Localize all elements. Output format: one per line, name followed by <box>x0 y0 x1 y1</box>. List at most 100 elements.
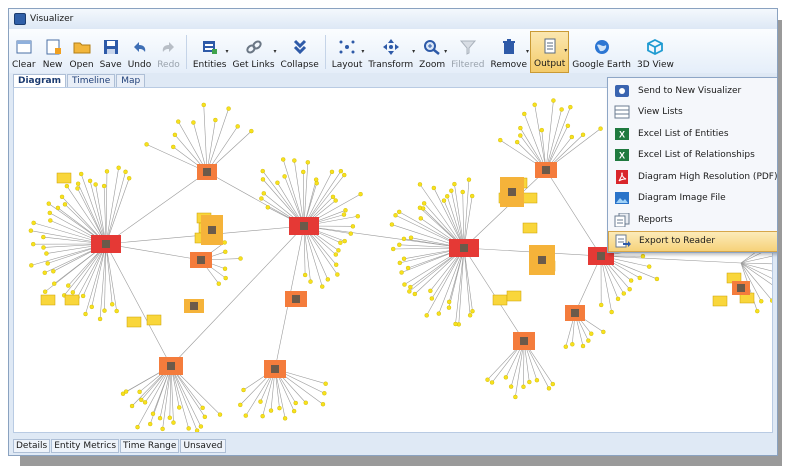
graph-leaf-node[interactable] <box>333 262 339 267</box>
graph-leaf-node[interactable] <box>102 308 107 313</box>
graph-node-secondary[interactable] <box>264 360 286 378</box>
graph-leaf-node[interactable] <box>420 206 426 211</box>
graph-leaf-node[interactable] <box>532 102 537 107</box>
graph-leaf-node[interactable] <box>647 264 652 269</box>
graph-leaf-node[interactable] <box>186 426 191 431</box>
graph-leaf-node[interactable] <box>550 381 555 387</box>
graph-leaf-node[interactable] <box>508 384 514 389</box>
graph-leaf-node[interactable] <box>171 420 176 425</box>
graph-leaf-node[interactable] <box>407 289 412 294</box>
graph-tag-node[interactable] <box>56 172 72 184</box>
menu-item-excel-list-of-entities[interactable]: X Excel List of Entities <box>608 123 777 145</box>
graph-leaf-node[interactable] <box>428 288 433 294</box>
graph-leaf-node[interactable] <box>55 205 61 211</box>
graph-leaf-node[interactable] <box>42 289 48 294</box>
graph-leaf-node[interactable] <box>348 231 353 236</box>
graph-tag-node[interactable] <box>40 294 56 306</box>
graph-tag-node[interactable] <box>522 222 538 234</box>
graph-leaf-node[interactable] <box>191 120 196 125</box>
graph-leaf-node[interactable] <box>397 242 402 248</box>
graph-leaf-node[interactable] <box>281 157 286 162</box>
graph-leaf-node[interactable] <box>466 177 472 182</box>
graph-leaf-node[interactable] <box>445 194 450 199</box>
graph-leaf-node[interactable] <box>157 415 163 421</box>
graph-leaf-node[interactable] <box>408 284 413 290</box>
zoom-button[interactable]: Zoom ▾ <box>416 31 448 73</box>
graph-leaf-node[interactable] <box>259 196 264 201</box>
graph-leaf-node[interactable] <box>755 308 760 314</box>
graph-leaf-node[interactable] <box>275 180 280 185</box>
graph-leaf-node[interactable] <box>559 107 564 112</box>
graph-leaf-node[interactable] <box>598 126 603 131</box>
graph-node-secondary[interactable] <box>285 291 307 307</box>
graph-leaf-node[interactable] <box>305 160 311 165</box>
tab-diagram[interactable]: Diagram <box>13 74 66 87</box>
graph-leaf-node[interactable] <box>260 168 265 174</box>
graph-leaf-node[interactable] <box>342 238 347 244</box>
graph-leaf-node[interactable] <box>222 240 227 245</box>
graph-leaf-node[interactable] <box>116 165 121 170</box>
menu-item-excel-list-of-relationships[interactable]: X Excel List of Relationships <box>608 145 777 167</box>
graph-node-tertiary[interactable] <box>529 245 555 275</box>
graph-leaf-node[interactable] <box>570 342 575 347</box>
graph-leaf-node[interactable] <box>514 139 520 145</box>
graph-leaf-node[interactable] <box>75 181 81 186</box>
graph-leaf-node[interactable] <box>322 391 327 396</box>
graph-node-primary[interactable] <box>289 217 319 235</box>
graph-tag-node[interactable] <box>146 314 162 326</box>
graph-leaf-node[interactable] <box>343 208 348 213</box>
graph-leaf-node[interactable] <box>160 426 165 432</box>
graph-leaf-node[interactable] <box>268 408 274 413</box>
graph-leaf-node[interactable] <box>449 188 454 193</box>
graph-leaf-node[interactable] <box>601 329 606 335</box>
graph-leaf-node[interactable] <box>313 177 319 182</box>
graph-leaf-node[interactable] <box>202 414 208 420</box>
entities-button[interactable]: Entities ▾ <box>190 31 230 73</box>
graph-leaf-node[interactable] <box>424 313 429 318</box>
graph-leaf-node[interactable] <box>75 186 80 191</box>
graph-leaf-node[interactable] <box>498 137 503 143</box>
graph-leaf-node[interactable] <box>194 428 200 433</box>
graph-leaf-node[interactable] <box>126 176 132 181</box>
graph-leaf-node[interactable] <box>446 305 452 310</box>
graph-leaf-node[interactable] <box>527 379 532 385</box>
graph-leaf-node[interactable] <box>137 389 142 395</box>
graph-leaf-node[interactable] <box>243 413 248 418</box>
graph-leaf-node[interactable] <box>421 201 427 206</box>
redo-button[interactable]: Redo <box>154 31 183 73</box>
graph-leaf-node[interactable] <box>177 405 182 410</box>
graph-leaf-node[interactable] <box>637 275 642 281</box>
graph-leaf-node[interactable] <box>539 127 544 133</box>
graph-leaf-node[interactable] <box>320 402 326 407</box>
graph-leaf-node[interactable] <box>93 182 98 187</box>
graph-leaf-node[interactable] <box>70 290 76 295</box>
graph-leaf-node[interactable] <box>47 210 53 216</box>
graph-node-tertiary[interactable] <box>500 177 524 207</box>
graph-leaf-node[interactable] <box>621 291 626 296</box>
menu-item-reports[interactable]: Reports <box>608 209 777 231</box>
graph-leaf-node[interactable] <box>139 397 144 403</box>
graph-leaf-node[interactable] <box>453 321 458 327</box>
graph-leaf-node[interactable] <box>31 220 36 226</box>
graph-leaf-node[interactable] <box>258 399 263 404</box>
menu-item-diagram-image-file[interactable]: Diagram Image File <box>608 188 777 210</box>
graph-leaf-node[interactable] <box>144 142 149 147</box>
tab-timeline[interactable]: Timeline <box>66 74 116 87</box>
graph-node-primary[interactable] <box>91 235 121 253</box>
graph-leaf-node[interactable] <box>401 236 407 242</box>
graph-leaf-node[interactable] <box>341 212 347 217</box>
graph-node-secondary[interactable] <box>732 281 750 295</box>
graph-leaf-node[interactable] <box>265 205 271 210</box>
graph-leaf-node[interactable] <box>123 389 129 394</box>
graph-leaf-node[interactable] <box>303 400 308 405</box>
graph-leaf-node[interactable] <box>123 169 128 175</box>
graph-leaf-node[interactable] <box>358 191 363 197</box>
graph-leaf-node[interactable] <box>282 416 288 421</box>
graph-leaf-node[interactable] <box>513 394 518 400</box>
graph-leaf-node[interactable] <box>217 412 223 417</box>
graph-leaf-node[interactable] <box>615 296 621 302</box>
graph-leaf-node[interactable] <box>83 311 88 317</box>
layout-button[interactable]: Layout ▾ <box>329 31 366 73</box>
graph-leaf-node[interactable] <box>51 269 56 274</box>
graph-leaf-node[interactable] <box>52 281 57 286</box>
